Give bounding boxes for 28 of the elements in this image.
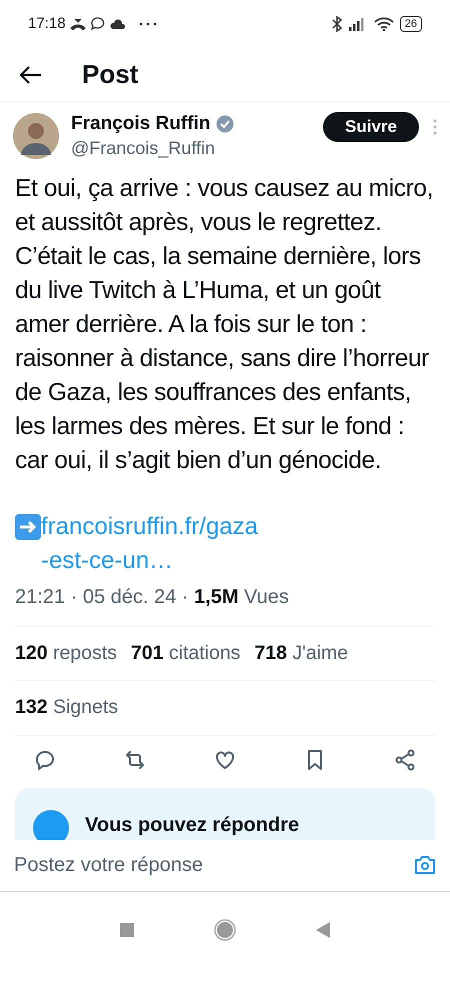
wifi-icon [374, 17, 394, 31]
bluetooth-icon [332, 16, 342, 32]
back-arrow-icon[interactable] [20, 66, 42, 84]
camera-icon[interactable] [414, 855, 436, 875]
author-handle: @Francois_Ruffin [71, 137, 216, 160]
battery-indicator: 26 [400, 16, 422, 32]
banner-icon [33, 810, 69, 840]
post-text: Et oui, ça arrive : vous causez au micro, et aussitôt après, vous le regrettez. C’était le cas, la semaine dernière, lors du live Twitch à L’Huma, et un goût amer derrière. A la fois sur le ton : raisonner à distance, sans dire l’horreur de Gaza, les souffrances des enfants, les larmes des mères. Et sur le fond : car oui, il s’agit bien d’un génocide. [15, 174, 434, 476]
stat-link[interactable]: 132 Signets [15, 693, 118, 722]
follow-button[interactable]: Suivre [323, 112, 419, 142]
more-icon [138, 21, 158, 27]
share-icon[interactable] [393, 748, 417, 772]
stat-link[interactable]: 701 citations [130, 639, 240, 668]
stat-link[interactable]: 718 J'aime [254, 639, 348, 668]
recent-apps-icon[interactable] [120, 922, 134, 936]
reply-field[interactable]: Postez votre réponse [14, 850, 414, 880]
cloud-icon [110, 19, 126, 29]
page-title: Post [82, 58, 138, 91]
avatar [13, 113, 59, 159]
post-meta: 21:21 · 05 déc. 24 · 1,5M Vues [15, 582, 435, 627]
stat-link[interactable]: 120 reposts [15, 639, 117, 668]
status-time: 17:18 [28, 14, 66, 34]
home-icon[interactable] [214, 918, 236, 940]
back-icon[interactable] [316, 922, 330, 938]
banner-title: Vous pouvez répondre [85, 812, 300, 838]
author-name[interactable]: François Ruffin [71, 112, 210, 136]
message-icon [90, 16, 106, 32]
missed-call-icon [70, 18, 86, 30]
